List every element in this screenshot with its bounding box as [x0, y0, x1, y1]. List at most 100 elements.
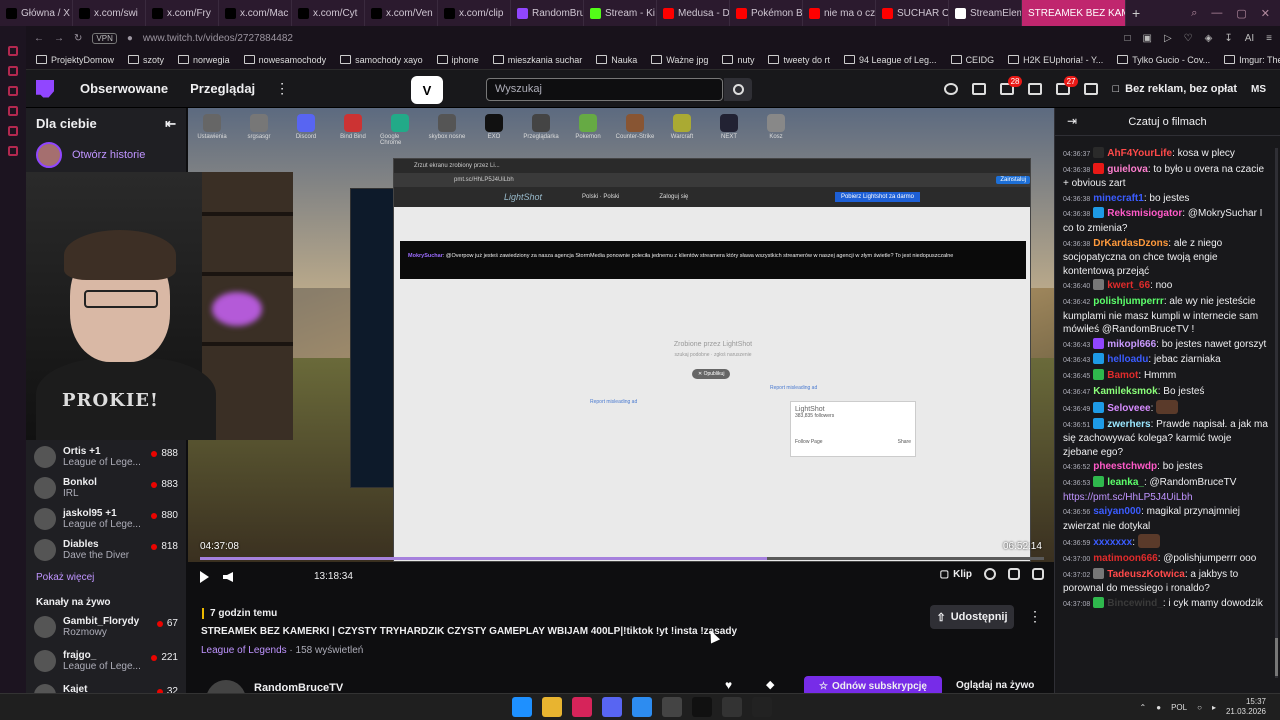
chat-username[interactable]: zwerhers: [1107, 419, 1150, 430]
close-icon[interactable]: ✕: [1261, 7, 1270, 20]
sidebar-icon[interactable]: [8, 66, 18, 76]
turbo-button[interactable]: □ Bez reklam, bez opłat: [1112, 83, 1237, 95]
chat-username[interactable]: minecraft1: [1093, 193, 1144, 204]
explorer-icon[interactable]: [542, 697, 562, 717]
sidebar-channel[interactable]: Diables Dave the Diver 818: [26, 539, 186, 561]
sidebar-channel[interactable]: jaskol95 +1 League of Lege... 880: [26, 508, 186, 530]
share-button[interactable]: ⇧ Udostępnij: [930, 605, 1014, 629]
chat-username[interactable]: xxxxxxx: [1093, 537, 1132, 548]
settings-icon[interactable]: [984, 568, 996, 580]
chat-username[interactable]: TadeuszKotwica: [1107, 569, 1185, 580]
chat-username[interactable]: helloadu: [1107, 354, 1148, 365]
browser-tab[interactable]: StreamElem: [949, 0, 1022, 26]
minimize-icon[interactable]: —: [1211, 7, 1222, 20]
sidebar-channel[interactable]: frajgo_ League of Lege... 221: [26, 650, 186, 672]
clip-button[interactable]: ▢ Klip: [940, 569, 972, 580]
bookmark-item[interactable]: szoty: [128, 55, 164, 65]
search-button[interactable]: [724, 78, 752, 101]
gift-icon[interactable]: ◆: [766, 678, 774, 691]
chat-username[interactable]: AhF4YourLife: [1107, 148, 1172, 159]
opera-icon[interactable]: [572, 697, 592, 717]
maximize-icon[interactable]: ▢: [1236, 7, 1246, 20]
browser-tab[interactable]: x.com/Fry: [146, 0, 219, 26]
sidebar-icon[interactable]: [8, 46, 18, 56]
stories-row[interactable]: Otwórz historie: [26, 140, 186, 170]
play-icon[interactable]: [200, 571, 209, 583]
bookmark-item[interactable]: mieszkania suchar: [493, 55, 583, 65]
new-tab-icon[interactable]: +: [1126, 5, 1146, 21]
chat-username[interactable]: Seloveee: [1107, 403, 1150, 414]
search-tabs-icon[interactable]: ⌕: [1191, 7, 1197, 20]
follow-heart-icon[interactable]: ♥: [725, 678, 732, 692]
vpn-badge[interactable]: VPN: [92, 32, 117, 44]
snapshot-icon[interactable]: ▣: [1142, 33, 1151, 44]
game-link[interactable]: League of Legends: [201, 645, 287, 656]
extension-icon[interactable]: V: [411, 76, 443, 104]
chat-username[interactable]: guielova: [1107, 164, 1148, 175]
menu-icon[interactable]: ≡: [1266, 33, 1272, 44]
sidebar-channel[interactable]: Bonkol IRL 883: [26, 477, 186, 499]
browser-tab-active[interactable]: STREAMEK BEZ KAM: [1022, 0, 1126, 26]
browser-tab[interactable]: x.com/clip: [438, 0, 511, 26]
bookmark-icon[interactable]: □: [1124, 33, 1130, 44]
messenger-icon[interactable]: [632, 697, 652, 717]
bookmark-item[interactable]: iphone: [437, 55, 479, 65]
channel-name[interactable]: RandomBruceTV: [254, 682, 343, 693]
bookmark-item[interactable]: Imgur: The most a...: [1224, 55, 1280, 65]
chat-username[interactable]: Reksmisiogator: [1107, 208, 1182, 219]
chat-username[interactable]: saiyan000: [1093, 506, 1141, 517]
bookmark-item[interactable]: nuty: [722, 55, 754, 65]
chat-username[interactable]: polishjumperrr: [1093, 296, 1164, 307]
story-label[interactable]: Otwórz historie: [72, 149, 145, 161]
expand-chat-icon[interactable]: ⇥: [1067, 114, 1077, 128]
seek-bar[interactable]: [200, 557, 1044, 560]
start-icon[interactable]: [512, 697, 532, 717]
browser-tab[interactable]: Główna / X: [0, 0, 73, 26]
back-icon[interactable]: ←: [34, 33, 44, 44]
chat-username[interactable]: Kamileksmok: [1093, 386, 1157, 397]
prime-icon[interactable]: [972, 83, 987, 95]
discord-icon[interactable]: [602, 697, 622, 717]
chat-username[interactable]: matimoon666: [1093, 553, 1157, 564]
browser-tab[interactable]: x.com/Cyt: [292, 0, 365, 26]
chat-link[interactable]: https://pmt.sc/HhLP5J4UiLbh: [1063, 492, 1193, 503]
more-icon[interactable]: ⋮: [275, 80, 289, 97]
bookmark-item[interactable]: H2K EUphoria! - Y...: [1008, 55, 1103, 65]
chat-username[interactable]: Bincewind_: [1107, 598, 1163, 609]
browser-tab[interactable]: Pokémon B: [730, 0, 803, 26]
browser-tab[interactable]: x.com/swi: [73, 0, 146, 26]
notifications-icon[interactable]: 27: [1056, 76, 1079, 95]
video-player[interactable]: Ustawienia srgsasgr Discord Bind Bind Google…: [188, 108, 1054, 562]
user-avatar[interactable]: MS: [1251, 84, 1266, 95]
browser-tab[interactable]: Stream - Ki: [584, 0, 657, 26]
fullscreen-icon[interactable]: [1032, 568, 1044, 580]
forward-icon[interactable]: →: [54, 33, 64, 44]
sidebar-icon[interactable]: [8, 86, 18, 96]
loot-icon[interactable]: [944, 83, 959, 95]
inbox-icon[interactable]: 28: [1000, 76, 1023, 95]
mic-icon[interactable]: ●: [1156, 703, 1161, 712]
whispers-icon[interactable]: [1028, 83, 1043, 95]
speaker-icon[interactable]: ▸: [1212, 703, 1216, 712]
terminal-icon[interactable]: [752, 697, 772, 717]
channel-avatar[interactable]: [206, 680, 246, 693]
download-icon[interactable]: ↧: [1224, 33, 1232, 44]
tray-chevron-icon[interactable]: ⌃: [1140, 703, 1147, 712]
volume-icon[interactable]: [223, 572, 233, 582]
bookmark-item[interactable]: Nauka: [596, 55, 637, 65]
chat-username[interactable]: leanka_: [1107, 477, 1144, 488]
browser-tab[interactable]: x.com/Ven: [365, 0, 438, 26]
twitch-logo[interactable]: [36, 79, 54, 98]
url-field[interactable]: www.twitch.tv/videos/2727884482: [143, 33, 293, 44]
bookmark-item[interactable]: ProjektyDomow: [36, 55, 114, 65]
bookmark-item[interactable]: CEIDG: [951, 55, 995, 65]
chat-username[interactable]: kwert_66: [1107, 280, 1150, 291]
browse-link[interactable]: Przeglądaj: [190, 81, 255, 96]
browser-tab[interactable]: SUCHAR O: [876, 0, 949, 26]
bookmark-item[interactable]: norwegia: [178, 55, 230, 65]
bookmark-item[interactable]: 94 League of Leg...: [844, 55, 937, 65]
bookmark-item[interactable]: tweety do rt: [768, 55, 830, 65]
epic-icon[interactable]: [692, 697, 712, 717]
search-input[interactable]: Wyszukaj: [486, 78, 723, 101]
following-link[interactable]: Obserwowane: [80, 81, 168, 96]
